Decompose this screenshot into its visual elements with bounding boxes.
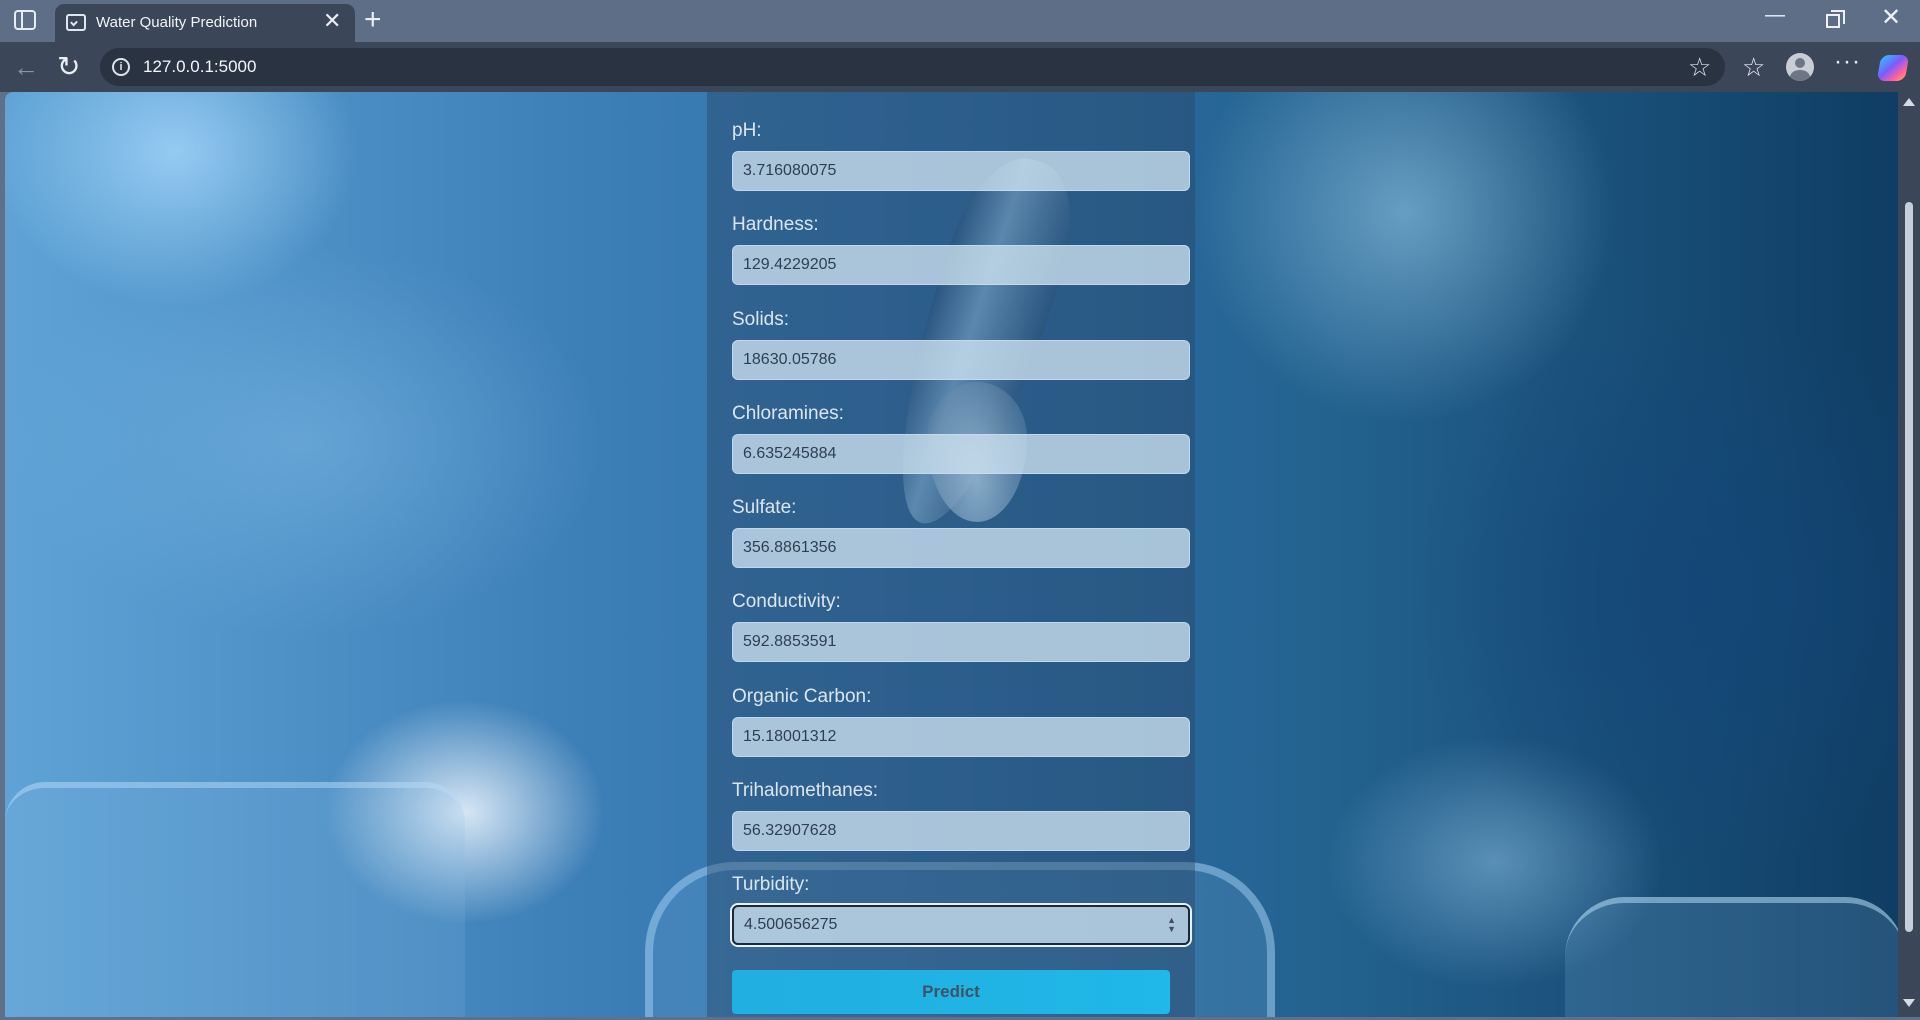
field-label: Sulfate:	[732, 497, 797, 518]
scroll-thumb[interactable]	[1905, 202, 1913, 932]
back-icon[interactable]: ←	[13, 52, 39, 83]
browser-tab-bar: Water Quality Prediction ✕ + — ✕	[0, 0, 1920, 42]
solids-input[interactable]	[732, 340, 1190, 380]
hardness-input[interactable]	[732, 245, 1190, 285]
scroll-up-icon[interactable]	[1903, 98, 1915, 106]
field-sulfate: Sulfate:	[732, 497, 1190, 568]
reload-icon[interactable]: ↻	[57, 50, 80, 83]
field-hardness: Hardness:	[732, 214, 1190, 285]
turbidity-input[interactable]	[732, 905, 1190, 945]
background-beaker	[5, 782, 465, 1017]
page-scrollbar[interactable]	[1898, 92, 1920, 1017]
field-ph: pH:	[732, 120, 1190, 191]
close-tab-icon[interactable]: ✕	[323, 10, 341, 32]
field-turbidity: Turbidity: ▲▼	[732, 874, 1190, 945]
profile-icon[interactable]	[1786, 53, 1814, 81]
field-conductivity: Conductivity:	[732, 591, 1190, 662]
conductivity-input[interactable]	[732, 622, 1190, 662]
tab-title: Water Quality Prediction	[96, 14, 258, 31]
chloramines-input[interactable]	[732, 434, 1190, 474]
favorite-star-icon[interactable]: ☆	[1688, 52, 1711, 83]
field-label: Conductivity:	[732, 591, 841, 612]
page-viewport: pH: Hardness: Solids: Chloramines: Sulfa…	[5, 92, 1898, 1017]
browser-tab-active[interactable]: Water Quality Prediction ✕	[55, 4, 355, 42]
field-label: Turbidity:	[732, 874, 810, 895]
minimize-window-icon[interactable]: —	[1765, 4, 1785, 26]
url-text[interactable]: 127.0.0.1:5000	[143, 57, 256, 77]
scroll-down-icon[interactable]	[1903, 999, 1915, 1007]
sidebar-toggle-icon[interactable]	[14, 10, 36, 30]
organic-carbon-input[interactable]	[732, 717, 1190, 757]
predict-button[interactable]: Predict	[732, 970, 1170, 1014]
app-favicon-icon	[66, 14, 86, 31]
field-label: Trihalomethanes:	[732, 780, 879, 801]
field-chloramines: Chloramines:	[732, 403, 1190, 474]
background-beaker	[1565, 897, 1898, 1017]
ph-input[interactable]	[732, 151, 1190, 191]
site-info-icon[interactable]: i	[112, 58, 130, 76]
field-label: Hardness:	[732, 214, 819, 235]
field-label: Chloramines:	[732, 403, 844, 424]
favorites-icon[interactable]: ☆	[1742, 52, 1765, 83]
field-organic-carbon: Organic Carbon:	[732, 686, 1190, 757]
restore-window-icon[interactable]	[1826, 10, 1845, 28]
more-icon[interactable]: ···	[1834, 48, 1861, 76]
field-label: Solids:	[732, 309, 790, 330]
number-spinner-icon[interactable]: ▲ ▼	[1167, 916, 1176, 934]
prediction-form: pH: Hardness: Solids: Chloramines: Sulfa…	[707, 92, 1195, 1017]
field-label: pH:	[732, 120, 762, 141]
new-tab-icon[interactable]: +	[364, 5, 382, 35]
field-solids: Solids:	[732, 309, 1190, 380]
close-window-icon[interactable]: ✕	[1881, 6, 1901, 30]
browser-toolbar: ← ↻ i 127.0.0.1:5000 ☆	[0, 42, 1920, 92]
sulfate-input[interactable]	[732, 528, 1190, 568]
field-trihalomethanes: Trihalomethanes:	[732, 780, 1190, 851]
trihalomethanes-input[interactable]	[732, 811, 1190, 851]
field-label: Organic Carbon:	[732, 686, 872, 707]
address-bar[interactable]: i 127.0.0.1:5000 ☆	[100, 48, 1725, 86]
